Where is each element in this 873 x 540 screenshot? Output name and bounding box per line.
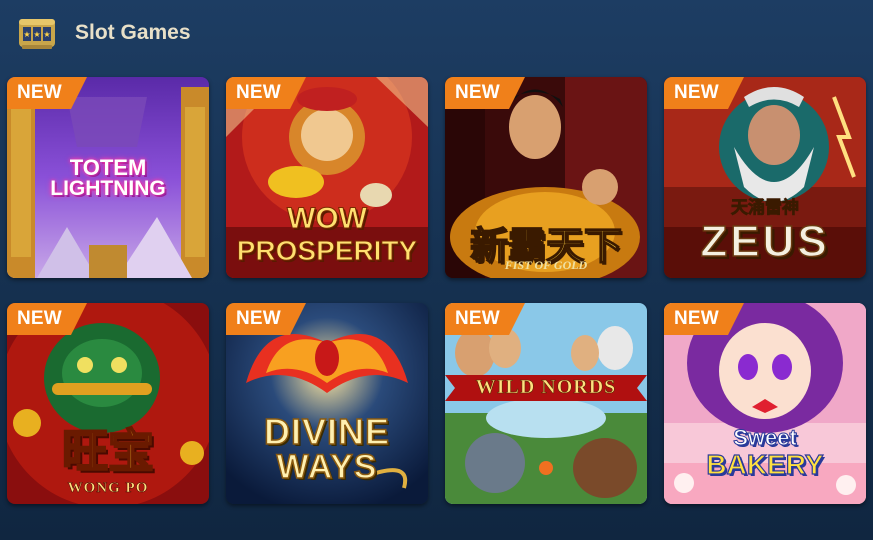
game-tile-sweet-bakery[interactable]: Sweet BAKERY NEW — [664, 303, 866, 504]
new-badge: NEW — [7, 77, 87, 109]
game-title-line: BAKERY — [706, 448, 824, 480]
new-badge: NEW — [226, 77, 306, 109]
new-badge: NEW — [7, 303, 87, 335]
game-title-line: WAYS — [276, 447, 378, 487]
game-subtitle: WONG PO — [67, 480, 149, 497]
game-title-line: DIVINE — [263, 410, 391, 453]
new-badge: NEW — [664, 303, 744, 335]
game-title-line: WOW — [287, 202, 368, 236]
game-tile-wong-po[interactable]: 旺宝 WONG PO NEW — [7, 303, 209, 504]
new-badge: NEW — [226, 303, 306, 335]
game-tile-totem-lightning[interactable]: TOTEM LIGHTNING NEW — [7, 77, 209, 278]
game-title-line: LIGHTNING — [50, 177, 166, 200]
game-title-line: 天涌雷神 — [731, 198, 800, 219]
game-title-line: Sweet — [733, 425, 798, 451]
game-tile-zeus[interactable]: 天涌雷神 ZEUS NEW — [664, 77, 866, 278]
game-subtitle: FIST OF GOLD — [504, 258, 588, 272]
game-title-line: PROSPERITY — [236, 235, 418, 267]
new-badge: NEW — [445, 303, 525, 335]
game-title-line: 旺宝 — [61, 423, 155, 479]
new-badge: NEW — [445, 77, 525, 109]
game-title-line: WILD NORDS — [475, 376, 617, 399]
new-badge: NEW — [664, 77, 744, 109]
game-grid: TOTEM LIGHTNING NEW WOW PROSPERITY NEW 新… — [0, 0, 873, 540]
game-tile-fist-of-gold[interactable]: 新霸天下 FIST OF GOLD NEW — [445, 77, 647, 278]
game-tile-divine-ways[interactable]: DIVINE WAYS NEW — [226, 303, 428, 504]
game-title-line: ZEUS — [700, 216, 830, 267]
game-tile-wild-nords[interactable]: WILD NORDS NEW — [445, 303, 647, 504]
game-tile-wow-prosperity[interactable]: WOW PROSPERITY NEW — [226, 77, 428, 278]
